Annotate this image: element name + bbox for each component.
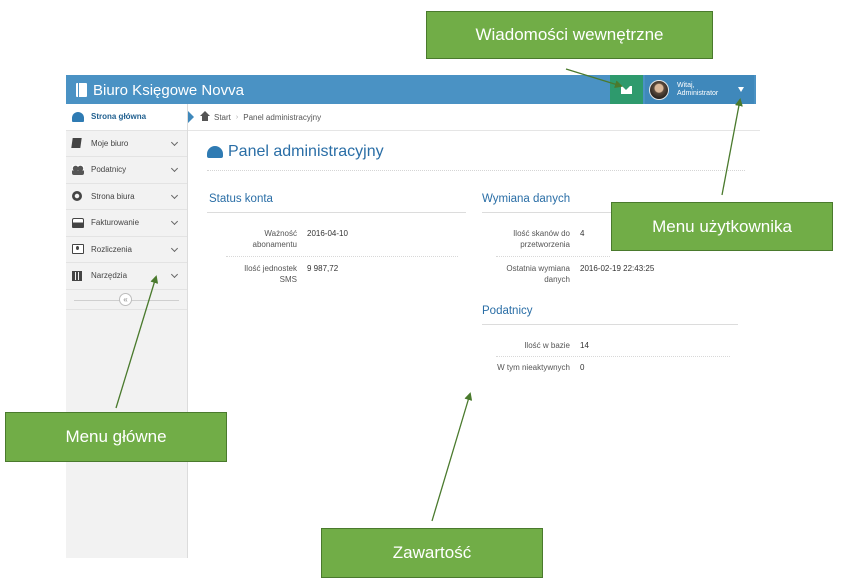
row-label-skany: Ilość skanów do przetworzenia bbox=[513, 229, 570, 249]
breadcrumb-home[interactable]: Start bbox=[214, 113, 231, 122]
divider bbox=[207, 212, 466, 213]
chevron-down-icon bbox=[170, 270, 179, 279]
row-label-sms: Ilość jednostek SMS bbox=[244, 264, 297, 284]
divider bbox=[496, 256, 610, 257]
users-icon bbox=[72, 164, 84, 175]
chevron-down-icon bbox=[170, 191, 179, 199]
chevron-down-icon bbox=[170, 138, 179, 146]
user-name: Administrator bbox=[677, 89, 719, 97]
caret-down-icon bbox=[738, 87, 744, 92]
sidebar-item-fakturowanie[interactable]: Fakturowanie bbox=[66, 210, 187, 237]
sidebar-item-moje-biuro[interactable]: Moje biuro bbox=[66, 131, 187, 157]
callout-main-menu: Menu główne bbox=[5, 412, 227, 462]
breadcrumb: Start › Panel administracyjny bbox=[188, 104, 760, 131]
divider bbox=[226, 256, 458, 257]
sidebar-item-label: Rozliczenia bbox=[91, 244, 132, 254]
book-icon bbox=[71, 138, 82, 149]
money-icon bbox=[72, 244, 84, 255]
chevron-down-icon bbox=[170, 244, 179, 252]
row-value-nieaktywni: 0 bbox=[580, 363, 585, 372]
sidebar-item-label: Moje biuro bbox=[91, 138, 129, 148]
brand-name: Biuro Księgowe Novva bbox=[93, 81, 244, 99]
breadcrumb-current: Panel administracyjny bbox=[243, 112, 322, 122]
user-greeting-block: Witaj, Administrator bbox=[677, 82, 718, 98]
user-greeting: Witaj, bbox=[677, 81, 695, 89]
divider bbox=[496, 356, 730, 357]
row-value-waznosc: 2016-04-10 bbox=[307, 229, 348, 238]
sidebar-item-label: Podatnicy bbox=[91, 165, 127, 175]
sidebar-item-narzedzia[interactable]: Narzędzia bbox=[66, 263, 187, 290]
brand[interactable]: Biuro Księgowe Novva bbox=[76, 80, 244, 100]
avatar bbox=[649, 79, 669, 100]
callout-content: Zawartość bbox=[321, 528, 543, 578]
callout-user-menu: Menu użytkownika bbox=[611, 202, 833, 251]
top-navbar: Biuro Księgowe Novva Witaj, Administrato… bbox=[66, 75, 756, 104]
sidebar-item-strona-glowna[interactable]: Strona główna bbox=[66, 104, 194, 131]
row-label-nieaktywni: W tym nieaktywnych bbox=[497, 363, 570, 372]
page-title: Panel administracyjny bbox=[228, 143, 384, 160]
row-label-ostatnia-wymiana: Ostatnia wymiana danych bbox=[506, 264, 570, 284]
user-menu[interactable]: Witaj, Administrator bbox=[645, 75, 754, 104]
section-title-status-konta: Status konta bbox=[209, 193, 273, 205]
sidebar-item-label: Narzędzia bbox=[91, 271, 128, 281]
page-header: Panel administracyjny bbox=[207, 143, 745, 171]
book-icon bbox=[76, 83, 87, 97]
chevron-down-icon bbox=[170, 164, 179, 173]
main-sidebar: Strona główna Moje biuro Podatnicy Stron… bbox=[66, 104, 194, 558]
dashboard-icon bbox=[207, 146, 223, 158]
section-title-podatnicy: Podatnicy bbox=[482, 305, 533, 317]
sidebar-item-label: Strona główna bbox=[91, 112, 147, 122]
home-icon bbox=[200, 111, 210, 121]
hdd-icon bbox=[72, 217, 84, 228]
sidebar-item-strona-biura[interactable]: Strona biura bbox=[66, 184, 187, 210]
sidebar-item-rozliczenia[interactable]: Rozliczenia bbox=[66, 237, 187, 263]
section-title-wymiana-danych: Wymiana danych bbox=[482, 193, 571, 205]
sidebar-collapse-button[interactable]: « bbox=[119, 292, 132, 306]
dashboard-icon bbox=[72, 111, 84, 122]
divider bbox=[482, 212, 612, 213]
row-value-sms: 9 987,72 bbox=[307, 264, 339, 273]
sidebar-item-label: Strona biura bbox=[91, 191, 135, 201]
sidebar-item-podatnicy[interactable]: Podatnicy bbox=[66, 157, 187, 184]
row-label-ilosc-w-bazie: Ilość w bazie bbox=[524, 341, 570, 350]
callout-messages: Wiadomości wewnętrzne bbox=[426, 11, 713, 59]
row-value-ostatnia-wymiana: 2016-02-19 22:43:25 bbox=[580, 264, 655, 273]
chevron-down-icon bbox=[170, 217, 179, 226]
divider bbox=[482, 324, 738, 325]
sidebar-item-label: Fakturowanie bbox=[91, 218, 140, 228]
row-label-waznosc: Ważność abonamentu bbox=[252, 229, 297, 249]
calculator-icon bbox=[72, 270, 82, 281]
messages-button[interactable] bbox=[610, 75, 643, 104]
row-value-skany: 4 bbox=[580, 229, 585, 238]
sidebar-collapse-row: « bbox=[66, 290, 187, 310]
envelope-icon bbox=[621, 85, 632, 94]
breadcrumb-separator: › bbox=[235, 113, 239, 121]
row-value-ilosc-w-bazie: 14 bbox=[580, 341, 589, 350]
cogs-icon bbox=[72, 191, 82, 202]
